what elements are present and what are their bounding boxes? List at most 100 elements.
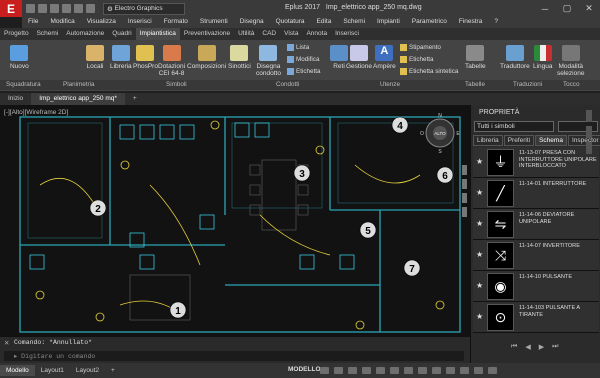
viewcube[interactable]: ALTO N S E O [420, 113, 460, 155]
stipamento-button[interactable]: Stipamento [400, 44, 441, 51]
nuovo-button[interactable]: Nuovo [10, 45, 29, 70]
sinottici-button[interactable]: Sinottici [228, 45, 251, 70]
menu-item-8[interactable]: Edita [311, 17, 338, 28]
print-icon[interactable] [62, 4, 71, 13]
doc-tab-inizio[interactable]: Inizio [0, 93, 31, 105]
new-tab-icon[interactable]: + [125, 93, 145, 105]
layout-tab-layout2[interactable]: Layout2 [70, 365, 105, 376]
ribbon-tab-1[interactable]: Schemi [33, 28, 63, 40]
workspace-icon[interactable] [432, 367, 441, 374]
symbol-list-item[interactable]: ★ ⇋ 11-14-06 DEVIATORE UNIPOLARE [473, 209, 599, 240]
modalita-selezione-button[interactable]: Modalità selezione [557, 45, 584, 77]
layout-tab-layout1[interactable]: Layout1 [35, 365, 70, 376]
gestione-button[interactable]: Gestione [346, 45, 372, 70]
disegna-condotto-button[interactable]: Disegna condotto [256, 45, 281, 77]
fullscreen-icon[interactable] [474, 367, 483, 374]
menu-item-3[interactable]: Inserisci [122, 17, 158, 28]
symbol-list-item[interactable]: ★ ◉ 11-14-10 PULSANTE [473, 271, 599, 302]
ampere-button[interactable]: A Ampère [373, 45, 396, 70]
ribbon-tab-3[interactable]: Quadri [108, 28, 136, 40]
menu-item-5[interactable]: Strumenti [194, 17, 234, 28]
add-layout-icon[interactable]: + [105, 365, 121, 376]
close-icon[interactable]: ✕ [578, 0, 600, 17]
ribbon-tab-4[interactable]: Impiantistica [135, 28, 180, 40]
phospro-button[interactable]: PhosPro [133, 45, 158, 70]
ribbon-tab-7[interactable]: CAD [258, 28, 280, 40]
menu-item-9[interactable]: Schemi [337, 17, 371, 28]
palette-tab-0[interactable]: Libreria [473, 135, 503, 146]
symbol-list-item[interactable]: ★ ╱ 11-14-01 INTERRUTTORE [473, 178, 599, 209]
ribbon-tab-10[interactable]: Inserisci [331, 28, 363, 40]
menu-item-13[interactable]: ? [488, 17, 504, 28]
locali-button[interactable]: Locali [86, 45, 104, 70]
ribbon-tab-5[interactable]: Preventivazione [180, 28, 234, 40]
layout-tab-modello[interactable]: Modello [0, 365, 35, 376]
minimize-icon[interactable]: ─ [534, 0, 556, 17]
symbol-list-item[interactable]: ★ ⤨ 11-14-07 INVERTITORE [473, 240, 599, 271]
workspace-select[interactable]: ⚙ Electro Graphics [103, 2, 185, 15]
symbol-list-item[interactable]: ★ ⏚ 11-13-07 PRESA CON INTERRUTTORE UNIPOL… [473, 147, 599, 178]
grid-icon[interactable] [320, 367, 329, 374]
ribbon-tab-8[interactable]: Vista [280, 28, 302, 40]
polar-icon[interactable] [362, 367, 371, 374]
command-input[interactable]: ▸ Digitare un comando [4, 351, 464, 361]
dotazioni-button[interactable]: Dotazioni CEI 64-8 [158, 45, 185, 77]
osnap-icon[interactable] [376, 367, 385, 374]
close-command-icon[interactable]: ✕ [4, 339, 9, 347]
next-page-icon[interactable]: ▶ [539, 343, 544, 351]
redo-icon[interactable] [86, 4, 95, 13]
doc-tab-drawing[interactable]: Imp_elettrico app_250 mq* [31, 93, 125, 105]
ribbon-tab-0[interactable]: Progetto [0, 28, 33, 40]
otrack-icon[interactable] [390, 367, 399, 374]
ortho-icon[interactable] [348, 367, 357, 374]
palette-settings-icon[interactable] [586, 142, 592, 154]
favorite-star-icon[interactable]: ★ [476, 188, 483, 197]
navigation-bar[interactable] [462, 165, 467, 217]
hardware-icon[interactable] [460, 367, 469, 374]
menu-item-1[interactable]: Modifica [44, 17, 80, 28]
drawing-canvas[interactable]: [-][Alto][Wireframe 2D] 1 2 3 4 5 6 7 AL… [0, 105, 470, 337]
lingua-button[interactable]: Lingua [533, 45, 553, 70]
snap-icon[interactable] [334, 367, 343, 374]
etichetta-button[interactable]: Etichetta [287, 68, 321, 75]
etichetta-sintetica-button[interactable]: Etichetta sintetica [400, 68, 458, 75]
symbol-filter-select[interactable]: Tutti i simboli [474, 121, 554, 132]
menu-item-2[interactable]: Visualizza [81, 17, 122, 28]
ribbon-tab-9[interactable]: Annota [302, 28, 331, 40]
menu-item-7[interactable]: Quotatura [270, 17, 311, 28]
first-page-icon[interactable]: ⏮ [511, 343, 517, 351]
tabelle-button[interactable]: Tabelle [465, 45, 486, 70]
menu-item-4[interactable]: Formato [158, 17, 194, 28]
viewport-label[interactable]: [-][Alto][Wireframe 2D] [4, 109, 68, 116]
palette-close-icon[interactable] [586, 110, 592, 122]
menu-item-12[interactable]: Finestra [453, 17, 488, 28]
symbol-list-item[interactable]: ★ ⊙ 11-14-103 PULSANTE A TIRANTE [473, 302, 599, 333]
favorite-star-icon[interactable]: ★ [476, 281, 483, 290]
menu-item-11[interactable]: Parametrico [406, 17, 453, 28]
annotation-icon[interactable] [418, 367, 427, 374]
favorite-star-icon[interactable]: ★ [476, 219, 483, 228]
palette-tab-1[interactable]: Preferiti [503, 135, 535, 146]
libreria-button[interactable]: Libreria [110, 45, 132, 70]
palette-autohide-icon[interactable] [586, 126, 592, 138]
save-icon[interactable] [50, 4, 59, 13]
last-page-icon[interactable]: ⏭ [552, 343, 558, 351]
traduttore-button[interactable]: Traduttore [500, 45, 530, 70]
menu-item-10[interactable]: Impianti [371, 17, 406, 28]
lineweight-icon[interactable] [404, 367, 413, 374]
composizioni-button[interactable]: Composizioni [187, 45, 226, 70]
app-logo[interactable]: E [0, 0, 22, 17]
customize-icon[interactable] [488, 367, 497, 374]
favorite-star-icon[interactable]: ★ [476, 250, 483, 259]
prev-page-icon[interactable]: ◀ [525, 343, 530, 351]
menu-item-0[interactable]: File [22, 17, 44, 28]
palette-tab-3[interactable]: Inspector [567, 135, 600, 146]
favorite-star-icon[interactable]: ★ [476, 312, 483, 321]
isolate-icon[interactable] [446, 367, 455, 374]
modifica-button[interactable]: Modifica [287, 56, 319, 63]
undo-icon[interactable] [74, 4, 83, 13]
open-file-icon[interactable] [38, 4, 47, 13]
menu-item-6[interactable]: Disegna [234, 17, 270, 28]
new-file-icon[interactable] [26, 4, 35, 13]
palette-tab-2[interactable]: Schema [535, 135, 567, 146]
